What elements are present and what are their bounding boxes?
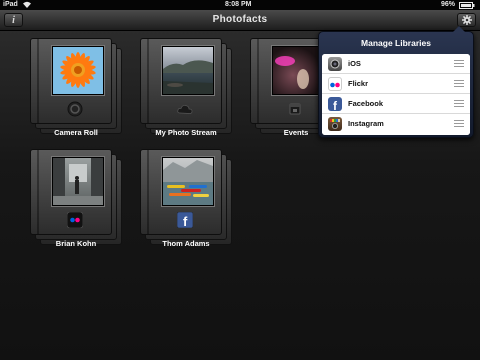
album-my-photo-stream[interactable]: My Photo Stream bbox=[140, 38, 232, 156]
album-label: My Photo Stream bbox=[155, 128, 217, 137]
facebook-icon: f bbox=[328, 97, 342, 113]
facebook-icon: f bbox=[176, 211, 194, 229]
manage-libraries-popover: Manage Libraries iOS Flickr f Facebook I… bbox=[318, 26, 474, 138]
album-cover: f bbox=[140, 149, 222, 235]
gear-icon bbox=[461, 15, 472, 25]
album-brian-kohn[interactable]: Brian Kohn bbox=[30, 149, 122, 267]
camera-icon bbox=[67, 101, 83, 117]
svg-text:f: f bbox=[183, 214, 188, 228]
library-label: Facebook bbox=[348, 99, 384, 108]
clock: 8:08 PM bbox=[225, 1, 252, 8]
album-cover bbox=[30, 38, 112, 124]
svg-text:f: f bbox=[333, 99, 338, 111]
device-name: iPad bbox=[3, 1, 18, 8]
library-row-ios[interactable]: iOS bbox=[322, 54, 470, 74]
reorder-handle-icon[interactable] bbox=[454, 120, 464, 128]
flickr-icon bbox=[66, 211, 84, 229]
library-row-facebook[interactable]: f Facebook bbox=[322, 94, 470, 114]
status-bar: iPad 8:08 PM 96% bbox=[0, 0, 480, 10]
album-thom-adams[interactable]: f Thom Adams bbox=[140, 149, 232, 267]
wifi-icon bbox=[22, 1, 32, 10]
album-thumbnail bbox=[162, 157, 214, 206]
album-label: Thom Adams bbox=[162, 239, 210, 248]
app-title: Photofacts bbox=[212, 14, 268, 25]
album-cover bbox=[30, 149, 112, 235]
album-camera-roll[interactable]: Camera Roll bbox=[30, 38, 122, 156]
cloud-icon bbox=[177, 101, 193, 117]
battery-percent: 96% bbox=[441, 1, 456, 8]
album-label: Brian Kohn bbox=[55, 239, 97, 248]
album-thumbnail bbox=[162, 46, 214, 95]
reorder-handle-icon[interactable] bbox=[454, 100, 464, 108]
instagram-icon bbox=[328, 117, 342, 131]
library-label: Instagram bbox=[348, 119, 384, 128]
album-thumbnail bbox=[52, 46, 104, 95]
camera-icon bbox=[328, 57, 342, 71]
album-cover bbox=[140, 38, 222, 124]
settings-button[interactable] bbox=[457, 13, 476, 27]
album-thumbnail bbox=[52, 157, 104, 206]
library-row-flickr[interactable]: Flickr bbox=[322, 74, 470, 94]
popover-title: Manage Libraries bbox=[361, 38, 431, 48]
library-label: Flickr bbox=[348, 79, 369, 88]
album-label: Camera Roll bbox=[54, 128, 98, 137]
nav-bar: i Photofacts bbox=[0, 10, 480, 31]
album-thumbnail bbox=[272, 46, 324, 95]
library-row-instagram[interactable]: Instagram bbox=[322, 114, 470, 135]
flickr-icon bbox=[328, 77, 342, 91]
calendar-icon bbox=[287, 101, 303, 117]
library-list: iOS Flickr f Facebook Instagram bbox=[322, 54, 470, 135]
library-label: iOS bbox=[348, 59, 361, 68]
reorder-handle-icon[interactable] bbox=[454, 60, 464, 68]
reorder-handle-icon[interactable] bbox=[454, 80, 464, 88]
